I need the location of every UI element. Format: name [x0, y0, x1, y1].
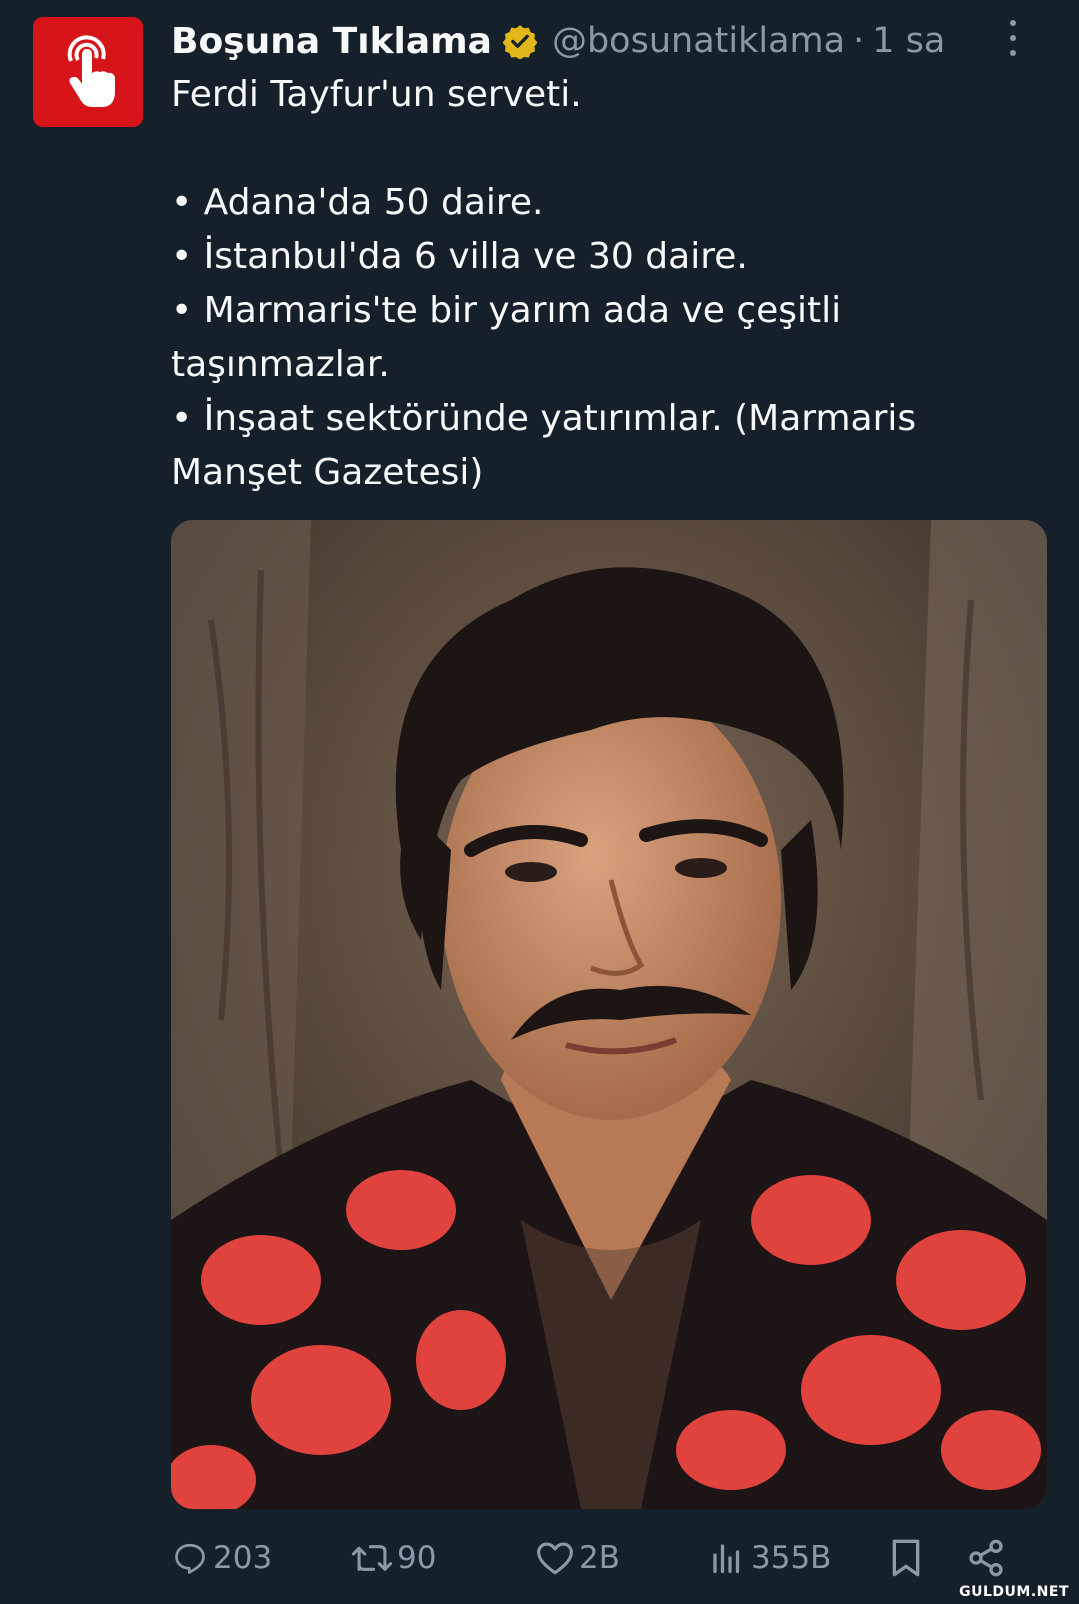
- views-count: 355B: [751, 1540, 832, 1576]
- tweet-line: Manşet Gazetesi): [171, 452, 484, 493]
- reply-count: 203: [213, 1540, 273, 1576]
- reply-button[interactable]: 203: [171, 1530, 272, 1586]
- views-button[interactable]: 355B: [709, 1530, 831, 1586]
- bookmark-button[interactable]: [889, 1530, 923, 1586]
- retweet-button[interactable]: 90: [351, 1530, 436, 1586]
- share-button[interactable]: [966, 1530, 1006, 1586]
- tweet-photo[interactable]: [171, 520, 1047, 1509]
- watermark: GULDUM.NET: [959, 1584, 1069, 1600]
- reply-icon: [175, 1543, 205, 1574]
- more-options-icon[interactable]: [1010, 20, 1016, 56]
- heart-icon: [537, 1542, 573, 1575]
- tweet-line: • Marmaris'te bir yarım ada ve çeşitli: [171, 290, 842, 331]
- meta-separator: ·: [853, 21, 865, 61]
- tap-hand-icon: [67, 35, 115, 107]
- views-chart-icon: [713, 1544, 740, 1574]
- tweet-line: taşınmazlar.: [171, 344, 390, 385]
- tweet-blank-line: [171, 122, 991, 176]
- author-handle[interactable]: @bosunatiklama: [552, 21, 845, 61]
- like-count: 2B: [579, 1540, 620, 1576]
- verified-badge-icon: [502, 23, 538, 59]
- tweet-actions: 203 90 2B 355B: [171, 1530, 1041, 1586]
- tweet-line: • İnşaat sektöründe yatırımlar. (Marmari…: [171, 398, 917, 439]
- tweet-header: Boşuna Tıklama @bosunatiklama · 1 sa: [171, 16, 1001, 66]
- share-icon: [969, 1539, 1003, 1577]
- retweet-count: 90: [397, 1540, 437, 1576]
- like-button[interactable]: 2B: [535, 1530, 620, 1586]
- bookmark-icon: [892, 1539, 920, 1577]
- portrait-photo: [171, 520, 1047, 1509]
- retweet-icon: [351, 1545, 393, 1571]
- tweet-text: Ferdi Tayfur'un serveti. • Adana'da 50 d…: [171, 68, 991, 500]
- tweet-line: Ferdi Tayfur'un serveti.: [171, 74, 582, 115]
- tweet-line: • Adana'da 50 daire.: [171, 182, 544, 223]
- author-name[interactable]: Boşuna Tıklama: [171, 21, 492, 62]
- tweet-time[interactable]: 1 sa: [872, 21, 945, 61]
- tweet-line: • İstanbul'da 6 villa ve 30 daire.: [171, 236, 748, 277]
- avatar[interactable]: [33, 17, 143, 127]
